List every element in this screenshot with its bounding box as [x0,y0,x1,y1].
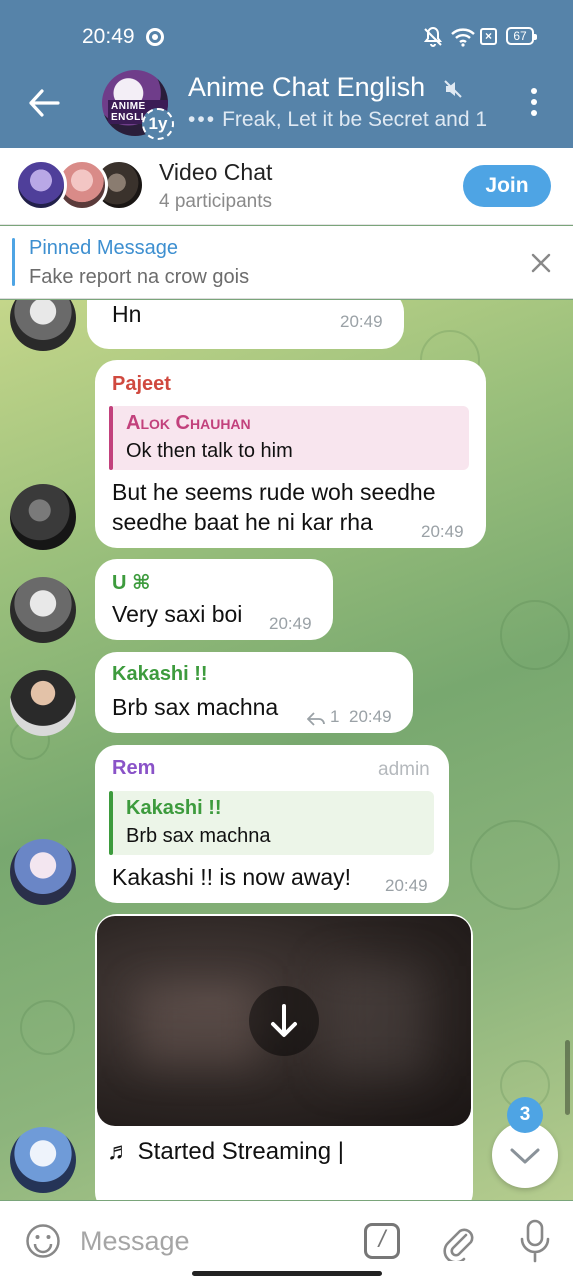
typing-text: Freak, Let it be Secret and 1 [222,108,488,131]
avatar[interactable] [10,577,76,643]
message-text: Hn [112,301,142,327]
home-indicator[interactable] [192,1271,382,1276]
message-bubble[interactable]: Kakashi !! Brb sax machna 1 20:49 [95,652,413,733]
message-bubble[interactable]: Rem admin Kakashi !! Brb sax machna Kaka… [95,745,449,903]
bot-command-button[interactable]: / [364,1223,400,1259]
message-time: 20:49 [349,707,392,726]
join-button[interactable]: Join [463,165,551,207]
reply-count[interactable]: 1 [330,707,339,727]
top-app-bar: 20:49 × 67 ANIME ENGLI 1y Anime Chat Eng… [0,0,573,148]
sender-name: Rem [112,757,156,779]
more-menu-icon[interactable] [528,88,540,118]
pinned-accent-bar [12,238,15,286]
microphone-icon[interactable] [518,1219,552,1263]
status-time: 20:49 [82,25,135,48]
reply-quote[interactable]: Kakashi !! Brb sax machna [109,791,434,855]
sender-name: Kakashi !! [112,663,208,685]
battery-icon: 67 [506,27,537,45]
media-caption: ♬ Started Streaming | [107,1138,344,1165]
status-bar: 20:49 × 67 [0,0,573,72]
attach-icon[interactable] [440,1221,476,1261]
bell-off-icon [423,26,443,47]
reply-sender: Alok Chauhan [126,412,251,434]
pinned-message-bar[interactable]: Pinned Message Fake report na crow gois [0,226,573,299]
reply-text: Brb sax machna [126,825,271,847]
video-chat-participants: 4 participants [159,191,273,212]
back-arrow-icon[interactable] [28,88,60,118]
chat-history[interactable]: Hn 20:49 Pajeet Alok Chauhan Ok then tal… [0,300,573,1200]
message-time: 20:49 [421,522,464,541]
video-chat-bar[interactable]: Video Chat 4 participants Join [0,148,573,225]
media-preview[interactable] [97,916,471,1126]
story-badge[interactable]: 1y [142,108,174,140]
message-time: 20:49 [385,876,428,895]
message-bubble[interactable]: Hn 20:49 [87,300,404,349]
download-icon [271,1004,297,1037]
close-icon[interactable] [530,252,552,274]
avatar[interactable] [10,300,76,351]
typing-dots: ••• [188,108,217,131]
chrome-icon [146,28,164,46]
typing-status: ••• Freak, Let it be Secret and 1 [188,108,493,132]
sim-off-icon: × [480,28,497,45]
avatar[interactable] [10,484,76,550]
message-text: But he seems rude woh seedhe [112,479,436,505]
message-text: Kakashi !! is now away! [112,864,352,890]
message-bubble[interactable]: U ⌘ Very saxi boi 20:49 [95,559,333,640]
message-time: 20:49 [340,312,383,331]
muted-icon [444,80,462,98]
sender-name: Pajeet [112,373,171,395]
avatar[interactable] [10,839,76,905]
message-input[interactable] [80,1223,340,1259]
avatar[interactable] [10,1127,76,1193]
participant-avatar [15,159,67,211]
scrollbar[interactable] [565,1040,570,1115]
message-text: seedhe baat he ni kar rha [112,509,373,535]
message-bubble[interactable]: Pajeet Alok Chauhan Ok then talk to him … [95,360,486,548]
reply-sender: Kakashi !! [126,797,222,819]
avatar[interactable] [10,670,76,736]
unread-badge: 3 [507,1097,543,1133]
download-button[interactable] [249,986,319,1056]
pinned-title: Pinned Message [29,237,178,259]
admin-badge: admin [378,759,430,780]
emoji-icon[interactable] [25,1223,61,1259]
message-time: 20:49 [269,614,312,633]
reply-quote[interactable]: Alok Chauhan Ok then talk to him [109,406,469,470]
replies-icon[interactable] [307,712,325,726]
wifi-icon [451,28,475,47]
chat-title[interactable]: Anime Chat English [188,72,425,103]
reply-text: Ok then talk to him [126,440,293,462]
composer-bar: / [0,1201,573,1280]
sender-name: U ⌘ [112,572,151,594]
message-text: Very saxi boi [112,601,243,627]
pinned-text: Fake report na crow gois [29,266,250,288]
video-chat-title: Video Chat [159,159,273,185]
message-text: Brb sax machna [112,694,279,720]
